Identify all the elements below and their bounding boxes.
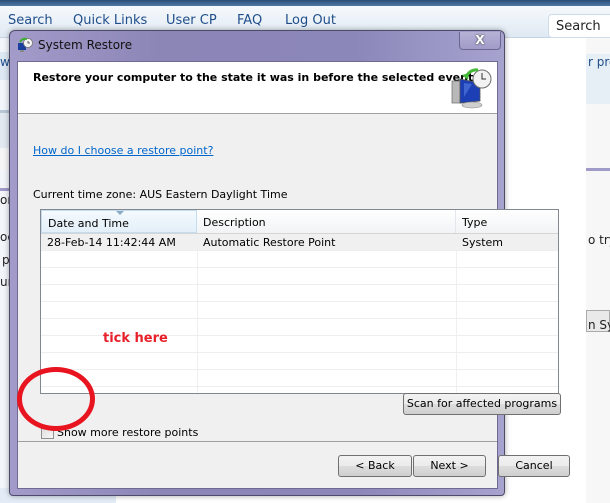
cell-date: 28-Feb-14 11:42:44 AM [47, 236, 176, 249]
header-title: Restore your computer to the state it wa… [33, 71, 474, 84]
background-text: r pro [588, 55, 610, 69]
nav-faq[interactable]: FAQ [237, 13, 262, 28]
system-restore-window: System Restore X Restore your computer t… [9, 30, 570, 496]
sort-arrow-icon [116, 211, 124, 215]
column-header-description[interactable]: Description [197, 210, 456, 233]
empty-row [41, 268, 558, 285]
show-more-restore-points[interactable]: Show more restore points [41, 426, 198, 439]
close-button[interactable]: X [459, 32, 501, 50]
computer-restore-icon [451, 68, 492, 109]
column-header-date[interactable]: Date and Time [41, 210, 197, 233]
list-header: Date and Time Description Type [41, 210, 558, 234]
empty-row [41, 251, 558, 268]
annotation-tick-here: tick here [103, 331, 168, 346]
column-label: Date and Time [48, 217, 129, 230]
cell-type: System [462, 236, 504, 249]
nav-log-out[interactable]: Log Out [285, 13, 336, 28]
background-text: ur [0, 275, 9, 289]
background-text: n Sy [588, 318, 610, 332]
column-header-type[interactable]: Type [456, 210, 558, 233]
timezone-label: Current time zone: AUS Eastern Daylight … [33, 188, 288, 201]
cell-description: Automatic Restore Point [203, 236, 336, 249]
empty-row [41, 353, 558, 370]
nav-user-cp[interactable]: User CP [166, 13, 217, 28]
show-more-label[interactable]: Show more restore points [57, 426, 198, 439]
restore-points-list[interactable]: Date and Time Description Type 28-Feb-14… [40, 209, 559, 394]
empty-row [41, 370, 558, 387]
background-text: o try [588, 233, 610, 247]
table-row[interactable]: 28-Feb-14 11:42:44 AM Automatic Restore … [41, 234, 558, 251]
empty-row [41, 285, 558, 302]
background-text: w. [0, 55, 9, 69]
background-text: on [0, 193, 9, 207]
scan-affected-programs-button[interactable]: Scan for affected programs [403, 393, 561, 415]
footer-divider [18, 441, 497, 442]
cancel-button[interactable]: Cancel [498, 455, 570, 477]
back-button[interactable]: < Back [338, 455, 412, 477]
wizard-header: Restore your computer to the state it wa… [18, 62, 497, 114]
background-page-right [586, 38, 610, 503]
background-text: oc [0, 230, 9, 244]
next-button[interactable]: Next > [413, 455, 486, 477]
window-title: System Restore [38, 38, 133, 52]
system-restore-icon [18, 37, 33, 52]
empty-row [41, 302, 558, 319]
help-link[interactable]: How do I choose a restore point? [33, 144, 213, 157]
nav-quick-links[interactable]: Quick Links [73, 13, 147, 28]
site-search-input[interactable]: Search [548, 14, 610, 38]
show-more-checkbox[interactable] [41, 426, 54, 439]
nav-search[interactable]: Search [8, 13, 53, 28]
